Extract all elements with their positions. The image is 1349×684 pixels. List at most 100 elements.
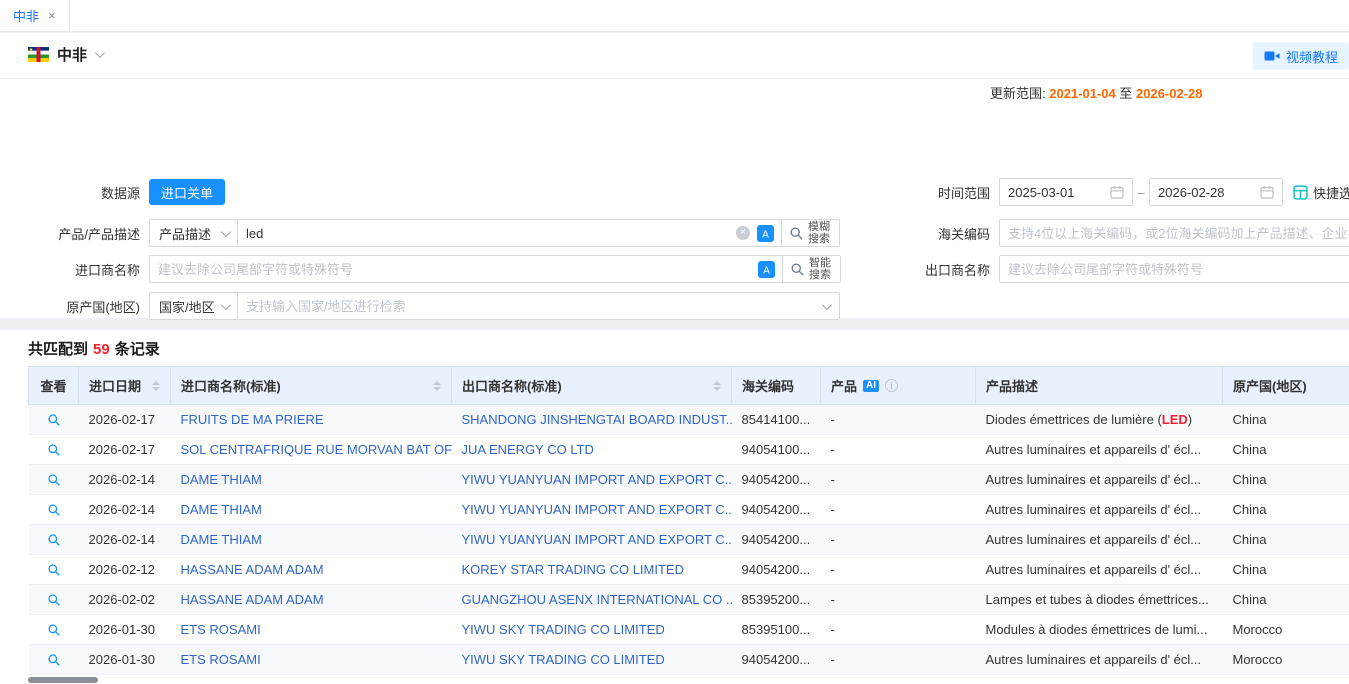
- result-count-prefix: 共匹配到: [28, 341, 88, 358]
- col-import-date[interactable]: 进口日期: [79, 367, 171, 405]
- cell-origin: China: [1223, 405, 1349, 435]
- quick-select-label: 快捷选择: [1313, 183, 1349, 202]
- exporter-link[interactable]: KOREY STAR TRADING CO LIMITED: [462, 562, 684, 577]
- chevron-down-icon[interactable]: [95, 48, 105, 58]
- horizontal-scrollbar-thumb[interactable]: [28, 677, 98, 683]
- cell-origin: China: [1223, 435, 1349, 465]
- view-detail-icon[interactable]: [47, 533, 61, 547]
- info-icon[interactable]: i: [885, 379, 898, 392]
- quick-select-button[interactable]: 快捷选择: [1293, 183, 1349, 202]
- view-detail-icon[interactable]: [47, 623, 61, 637]
- cell-origin: China: [1223, 465, 1349, 495]
- view-detail-icon[interactable]: [47, 413, 61, 427]
- cell-product-ai: -: [821, 495, 976, 525]
- importer-link[interactable]: ETS ROSAMI: [181, 652, 261, 667]
- fuzzy-search-label: 模糊搜索: [808, 221, 832, 245]
- cell-importer: DAME THIAM: [171, 465, 452, 495]
- hs-code-input[interactable]: [1000, 220, 1349, 246]
- table-row: 2026-01-30 ETS ROSAMI YIWU SKY TRADING C…: [29, 615, 1349, 645]
- sort-icon[interactable]: [713, 381, 721, 391]
- translate-icon[interactable]: A: [758, 261, 775, 278]
- exporter-link[interactable]: YIWU YUANYUAN IMPORT AND EXPORT C...: [462, 502, 732, 517]
- close-icon[interactable]: ×: [48, 9, 56, 22]
- quick-select-icon: [1293, 185, 1308, 200]
- row-product: 产品/产品描述 产品描述 × A 模糊搜索: [0, 219, 840, 247]
- update-range-label: 更新范围:: [990, 86, 1046, 101]
- fuzzy-search-button[interactable]: 模糊搜索: [781, 220, 839, 246]
- importer-link[interactable]: SOL CENTRAFRIQUE RUE MORVAN BAT OF...: [181, 442, 452, 457]
- cell-importer: FRUITS DE MA PRIERE: [171, 405, 452, 435]
- smart-search-button[interactable]: 智能搜索: [782, 256, 840, 282]
- exporter-link[interactable]: SHANDONG JINSHENGTAI BOARD INDUST...: [462, 412, 732, 427]
- importer-link[interactable]: HASSANE ADAM ADAM: [181, 592, 324, 607]
- results-table: 查看 进口日期 进口商名称(标准): [28, 366, 1349, 675]
- view-detail-icon[interactable]: [47, 503, 61, 517]
- cell-exporter: YIWU YUANYUAN IMPORT AND EXPORT C...: [452, 465, 732, 495]
- cell-view: [29, 405, 79, 435]
- date-range-separator: –: [1133, 185, 1149, 200]
- exporter-name-input[interactable]: [1000, 256, 1349, 282]
- sort-icon[interactable]: [433, 381, 441, 391]
- cell-product-desc: Lampes et tubes à diodes émettrices...: [976, 585, 1223, 615]
- date-end-value: 2026-02-28: [1158, 185, 1225, 200]
- chevron-down-icon: [822, 300, 832, 310]
- origin-type-select[interactable]: 国家/地区: [149, 292, 238, 320]
- exporter-link[interactable]: JUA ENERGY CO LTD: [462, 442, 594, 457]
- importer-input-group: A 智能搜索: [149, 255, 841, 283]
- exporter-link[interactable]: YIWU SKY TRADING CO LIMITED: [462, 622, 665, 637]
- col-importer[interactable]: 进口商名称(标准): [171, 367, 452, 405]
- country-selector[interactable]: 中非: [28, 44, 102, 65]
- exporter-input-box: [999, 255, 1349, 283]
- view-detail-icon[interactable]: [47, 653, 61, 667]
- cell-exporter: SHANDONG JINSHENGTAI BOARD INDUST...: [452, 405, 732, 435]
- row-importer: 进口商名称 A 智能搜索: [0, 255, 841, 283]
- cell-import-date: 2026-02-02: [79, 585, 171, 615]
- view-detail-icon[interactable]: [47, 443, 61, 457]
- importer-link[interactable]: DAME THIAM: [181, 532, 262, 547]
- view-detail-icon[interactable]: [47, 593, 61, 607]
- cell-importer: DAME THIAM: [171, 525, 452, 555]
- col-exporter[interactable]: 出口商名称(标准): [452, 367, 732, 405]
- cell-hs-code: 94054100...: [732, 435, 821, 465]
- page-title: 中非: [57, 44, 87, 65]
- product-type-select[interactable]: 产品描述: [149, 219, 238, 247]
- data-source-import-declarations-chip[interactable]: 进口关单: [149, 179, 225, 205]
- table-row: 2026-02-14 DAME THIAM YIWU YUANYUAN IMPO…: [29, 465, 1349, 495]
- clear-icon[interactable]: ×: [736, 226, 750, 240]
- importer-link[interactable]: DAME THIAM: [181, 472, 262, 487]
- date-end-picker[interactable]: 2026-02-28: [1149, 178, 1283, 206]
- cell-import-date: 2026-02-14: [79, 525, 171, 555]
- exporter-link[interactable]: GUANGZHOU ASENX INTERNATIONAL CO ...: [462, 592, 732, 607]
- importer-link[interactable]: ETS ROSAMI: [181, 622, 261, 637]
- table-row: 2026-01-30 ETS ROSAMI YIWU SKY TRADING C…: [29, 645, 1349, 675]
- exporter-link[interactable]: YIWU YUANYUAN IMPORT AND EXPORT C...: [462, 472, 732, 487]
- importer-link[interactable]: DAME THIAM: [181, 502, 262, 517]
- cell-import-date: 2026-02-17: [79, 435, 171, 465]
- view-detail-icon[interactable]: [47, 473, 61, 487]
- sort-icon[interactable]: [152, 381, 160, 391]
- product-search-input[interactable]: [238, 220, 736, 246]
- exporter-link[interactable]: YIWU YUANYUAN IMPORT AND EXPORT C...: [462, 532, 732, 547]
- importer-name-input[interactable]: [150, 256, 758, 282]
- origin-country-input[interactable]: [238, 293, 822, 319]
- cell-origin: Morocco: [1223, 645, 1349, 675]
- cell-import-date: 2026-01-30: [79, 615, 171, 645]
- results-section: 共匹配到59条记录 查看 进口日期: [0, 330, 1349, 684]
- tab-bar: 中非 ×: [0, 0, 1349, 32]
- importer-link[interactable]: FRUITS DE MA PRIERE: [181, 412, 324, 427]
- calendar-icon: [1260, 185, 1274, 199]
- date-start-picker[interactable]: 2025-03-01: [999, 178, 1133, 206]
- cell-product-ai: -: [821, 465, 976, 495]
- hs-code-input-box: [999, 219, 1349, 247]
- cell-product-desc: Autres luminaires et appareils d' écl...: [976, 525, 1223, 555]
- video-tutorial-button[interactable]: 视频教程: [1253, 42, 1349, 70]
- country-flag-icon: [28, 47, 49, 62]
- product-input-group: × A 模糊搜索: [237, 219, 840, 247]
- view-detail-icon[interactable]: [47, 563, 61, 577]
- search-icon: [790, 262, 805, 277]
- translate-icon[interactable]: A: [757, 225, 774, 242]
- exporter-link[interactable]: YIWU SKY TRADING CO LIMITED: [462, 652, 665, 667]
- importer-link[interactable]: HASSANE ADAM ADAM: [181, 562, 324, 577]
- tab-zhongfei[interactable]: 中非 ×: [0, 0, 70, 31]
- cell-exporter: YIWU SKY TRADING CO LIMITED: [452, 615, 732, 645]
